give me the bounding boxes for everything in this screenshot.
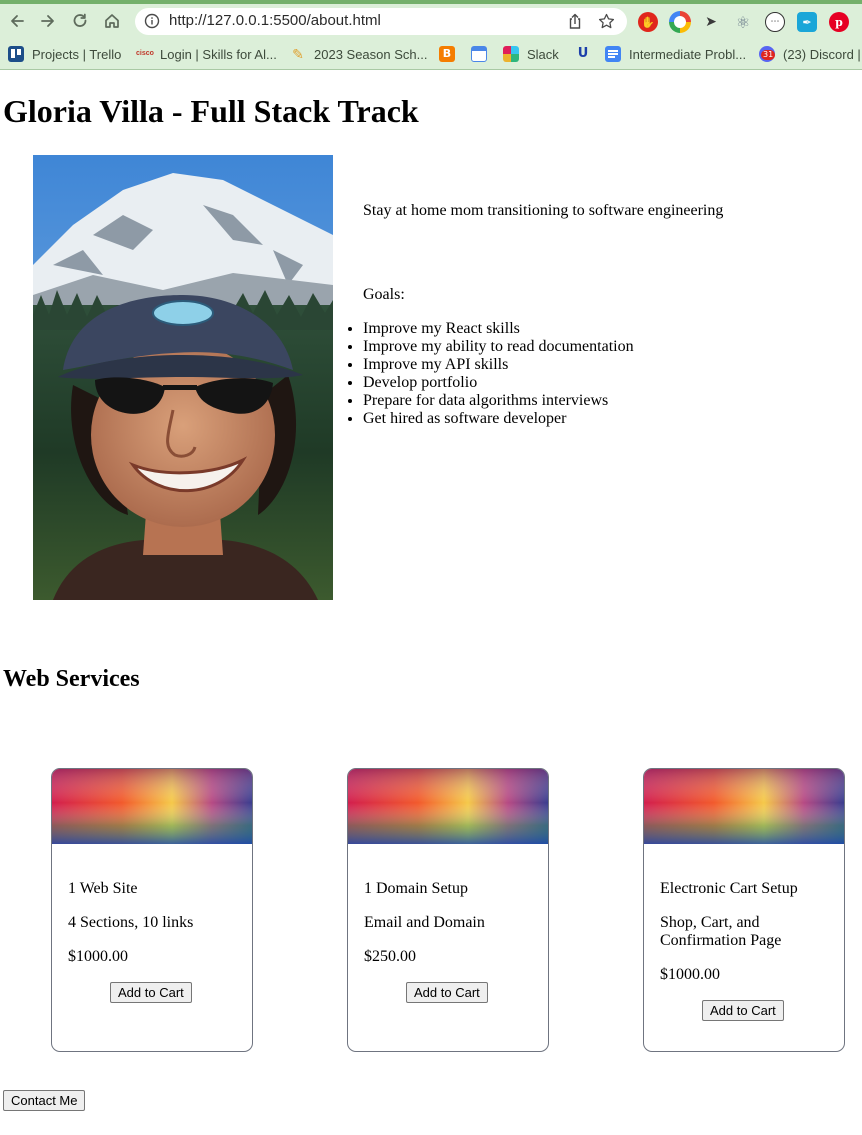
reload-button[interactable] xyxy=(67,8,93,34)
goal-item: Develop portfolio xyxy=(363,374,634,392)
share-icon[interactable] xyxy=(567,13,583,30)
bookmark-label: Intermediate Probl... xyxy=(629,46,747,62)
service-description: Email and Domain xyxy=(364,914,485,931)
code-extension-icon[interactable]: ⋯ xyxy=(765,12,785,32)
docs-icon xyxy=(605,46,621,62)
page-title: Gloria Villa - Full Stack Track xyxy=(3,93,419,129)
react-devtools-icon[interactable]: ⚛ xyxy=(733,12,753,32)
goals-list: Improve my React skills Improve my abili… xyxy=(363,320,634,428)
slack-icon xyxy=(503,46,519,62)
calendar-icon xyxy=(471,46,487,62)
forward-button[interactable] xyxy=(35,8,61,34)
home-button[interactable] xyxy=(99,8,125,34)
back-button[interactable] xyxy=(4,8,30,34)
goal-item: Improve my ability to read documentation xyxy=(363,338,634,356)
bookmark-udacity[interactable]: U xyxy=(575,44,599,64)
feather-extension-icon[interactable]: ✒ xyxy=(797,12,817,32)
service-name: Electronic Cart Setup xyxy=(660,880,798,897)
bookmark-blogger[interactable]: B xyxy=(439,44,463,64)
service-name: 1 Domain Setup xyxy=(364,880,468,897)
pencil-icon: ✎ xyxy=(292,46,304,62)
page-content: Gloria Villa - Full Stack Track Stay at … xyxy=(0,71,862,1135)
bookmark-calendar[interactable] xyxy=(471,44,495,64)
blogger-icon: B xyxy=(439,46,455,62)
forward-arrow-icon xyxy=(41,15,54,27)
chrome-extension-icon[interactable] xyxy=(669,11,691,33)
card-gradient-banner xyxy=(348,769,548,844)
udacity-icon: U xyxy=(577,46,589,61)
bookmark-star-icon[interactable] xyxy=(598,13,615,30)
service-description: 4 Sections, 10 links xyxy=(68,914,194,931)
services-heading: Web Services xyxy=(3,666,140,692)
home-icon xyxy=(105,14,119,28)
pinterest-icon[interactable]: p xyxy=(829,12,849,32)
contact-me-button[interactable]: Contact Me xyxy=(3,1090,86,1111)
service-description: Shop, Cart, and Confirmation Page xyxy=(660,914,782,949)
service-price: $1000.00 xyxy=(68,948,128,965)
bookmark-label: (23) Discord | xyxy=(783,46,861,62)
url-text[interactable]: http://127.0.0.1:5500/about.html xyxy=(169,12,381,29)
add-to-cart-button[interactable]: Add to Cart xyxy=(110,982,192,1003)
browser-toolbar: http://127.0.0.1:5500/about.html ✋ ➤ ⚛ ⋯… xyxy=(0,4,862,38)
bookmark-label: Slack xyxy=(527,46,559,62)
add-to-cart-button[interactable]: Add to Cart xyxy=(702,1000,784,1021)
notification-badge: 31 xyxy=(761,50,776,60)
service-price: $1000.00 xyxy=(660,966,720,983)
bookmark-slack[interactable]: Slack xyxy=(503,44,559,64)
reload-icon xyxy=(73,13,87,27)
bookmark-season-schedule[interactable]: ✎ 2023 Season Sch... xyxy=(290,44,427,64)
discord-icon: 31 xyxy=(759,46,776,62)
bookmark-cisco[interactable]: cisco Login | Skills for Al... xyxy=(136,44,277,64)
trello-icon xyxy=(8,46,24,62)
goal-item: Prepare for data algorithms interviews xyxy=(363,392,634,410)
back-arrow-icon xyxy=(11,15,24,27)
service-card: 1 Web Site 4 Sections, 10 links $1000.00… xyxy=(51,768,253,1052)
bookmark-label: Login | Skills for Al... xyxy=(160,46,277,62)
service-card: Electronic Cart Setup Shop, Cart, and Co… xyxy=(643,768,845,1052)
adblock-extension-icon[interactable]: ✋ xyxy=(638,12,658,32)
service-card: 1 Domain Setup Email and Domain $250.00 … xyxy=(347,768,549,1052)
add-to-cart-button[interactable]: Add to Cart xyxy=(406,982,488,1003)
bookmark-label: Projects | Trello xyxy=(32,46,122,62)
goal-item: Improve my React skills xyxy=(363,320,634,338)
card-gradient-banner xyxy=(644,769,844,844)
goal-item: Improve my API skills xyxy=(363,356,634,374)
cisco-icon: cisco xyxy=(136,50,154,57)
tagline: Stay at home mom transitioning to softwa… xyxy=(363,202,724,219)
bookmark-discord[interactable]: 31 (23) Discord | xyxy=(759,44,861,64)
address-bar[interactable]: http://127.0.0.1:5500/about.html xyxy=(135,8,627,35)
profile-photo xyxy=(33,155,333,600)
bookmark-google-doc[interactable]: Intermediate Probl... xyxy=(605,44,746,64)
profile-photo-illustration xyxy=(33,155,333,600)
site-info-icon[interactable] xyxy=(144,13,160,29)
card-gradient-banner xyxy=(52,769,252,844)
dolphin-extension-icon[interactable]: ➤ xyxy=(701,12,721,32)
goal-item: Get hired as software developer xyxy=(363,410,634,428)
bookmark-label: 2023 Season Sch... xyxy=(314,46,428,62)
service-price: $250.00 xyxy=(364,948,416,965)
bookmarks-bar: Projects | Trello cisco Login | Skills f… xyxy=(0,38,862,70)
bookmark-trello[interactable]: Projects | Trello xyxy=(8,44,121,64)
goals-label: Goals: xyxy=(363,286,405,303)
service-name: 1 Web Site xyxy=(68,880,138,897)
